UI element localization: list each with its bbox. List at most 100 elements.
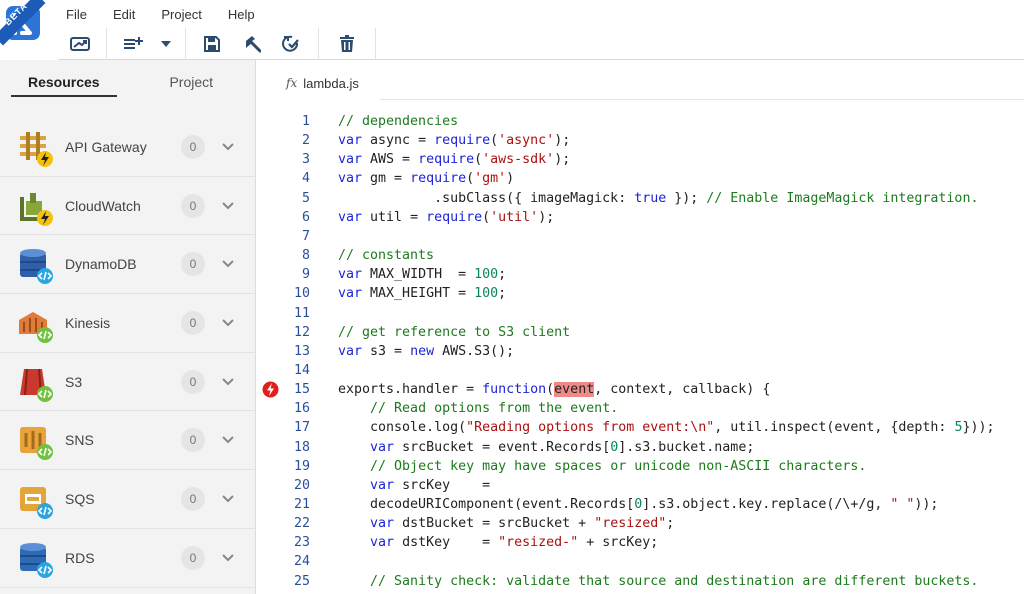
chevron-down-icon[interactable]: [220, 550, 236, 566]
chevron-down-icon[interactable]: [220, 491, 236, 507]
code-line[interactable]: 16 // Read options from the event.: [256, 399, 1024, 418]
code-line[interactable]: 8 // constants: [256, 246, 1024, 265]
s3-icon: [20, 368, 53, 402]
line-number: 9: [301, 267, 310, 283]
resource-item-cloudwatch[interactable]: CloudWatch 0: [0, 177, 256, 236]
resource-label: RDS: [65, 549, 95, 566]
code-line[interactable]: 12 // get reference to S3 client: [256, 323, 1024, 342]
code-line[interactable]: 15 exports.handler = function(event, cont…: [256, 380, 1024, 399]
resource-list: API Gateway 0 CloudWatch 0 DynamoDB 0 Kinesis 0…: [0, 118, 256, 588]
code-line[interactable]: 22 var dstBucket = srcBucket + "resized"…: [256, 514, 1024, 533]
resource-count-badge: 0: [181, 134, 205, 159]
toolbar-group-lines: [107, 28, 186, 60]
code-line[interactable]: 6 var util = require('util');: [256, 208, 1024, 227]
code-line[interactable]: 25 // Sanity check: validate that source…: [256, 572, 1024, 591]
refresh-check-button[interactable]: [272, 29, 312, 59]
sqs-icon: [20, 487, 53, 520]
resource-count-badge: 0: [181, 545, 205, 570]
build-button[interactable]: [232, 29, 272, 59]
toolbar-group-deploy: [58, 28, 107, 60]
code-text: // dependencies: [338, 114, 459, 129]
code-line[interactable]: 3 var AWS = require('aws-sdk');: [256, 150, 1024, 169]
chevron-down-icon[interactable]: [220, 139, 236, 155]
resource-item-s3[interactable]: S3 0: [0, 353, 256, 412]
code-line[interactable]: 14: [256, 361, 1024, 380]
line-number: 23: [293, 535, 310, 551]
rds-icon: [20, 542, 53, 578]
code-text: // Object key may have spaces or unicode…: [370, 458, 867, 474]
chevron-down-icon[interactable]: [220, 374, 236, 390]
tab-project[interactable]: Project: [128, 60, 256, 118]
resource-item-kinesis[interactable]: Kinesis 0: [0, 294, 256, 353]
code-text: var dstBucket = srcBucket + "resized";: [370, 516, 675, 532]
chevron-down-icon[interactable]: [220, 256, 236, 272]
code-line[interactable]: 1 // dependencies: [256, 112, 1024, 131]
menu-file[interactable]: File: [58, 7, 97, 22]
toolbar-group-delete: [319, 28, 376, 60]
code-line[interactable]: 21 decodeURIComponent(event.Records[0].s…: [256, 495, 1024, 514]
line-number: 10: [293, 286, 310, 302]
code-line[interactable]: 4 var gm = require('gm'): [256, 169, 1024, 188]
resource-label: SQS: [65, 490, 95, 507]
file-tab[interactable]: fx lambda.js: [270, 66, 380, 100]
code-editor[interactable]: 1 // dependencies 2 var async = require('as…: [256, 112, 1024, 594]
code-line[interactable]: 5 .subClass({ imageMagick: true }); // E…: [256, 189, 1024, 208]
resource-item-api-gateway[interactable]: API Gateway 0: [0, 118, 256, 177]
code-line[interactable]: 20 var srcKey =: [256, 476, 1024, 495]
code-line[interactable]: 19 // Object key may have spaces or unic…: [256, 457, 1024, 476]
line-number: 8: [301, 248, 310, 264]
app-logo[interactable]: BETA: [0, 0, 58, 60]
code-line[interactable]: 23 var dstKey = "resized-" + srcKey;: [256, 533, 1024, 552]
code-text: // Read options from the event.: [370, 401, 619, 417]
line-number: 14: [293, 362, 310, 378]
toolbar: [58, 28, 376, 60]
active-tab-indicator: [11, 95, 117, 97]
line-number: 22: [293, 516, 310, 532]
code-line[interactable]: 7: [256, 227, 1024, 246]
deploy-icon: [70, 37, 90, 51]
tab-resources[interactable]: Resources: [0, 60, 128, 118]
resource-item-rds[interactable]: RDS 0: [0, 529, 256, 588]
resource-label: DynamoDB: [65, 256, 137, 273]
resource-item-dynamodb[interactable]: DynamoDB 0: [0, 235, 256, 295]
resource-item-sqs[interactable]: SQS 0: [0, 470, 256, 529]
chevron-down-icon[interactable]: [220, 432, 236, 448]
code-text: // constants: [338, 248, 435, 264]
resource-count-badge: 0: [181, 486, 205, 511]
menu-project[interactable]: Project: [145, 7, 211, 22]
add-line-icon: [124, 37, 143, 49]
resource-label: SNS: [65, 432, 94, 449]
line-number: 19: [293, 458, 310, 474]
sidebar: Resources Project API Gateway 0 CloudWatch…: [0, 60, 256, 594]
chevron-down-icon[interactable]: [220, 315, 236, 331]
menu-edit[interactable]: Edit: [97, 7, 145, 22]
code-line[interactable]: 10 var MAX_HEIGHT = 100;: [256, 284, 1024, 303]
kinesis-icon: [19, 312, 53, 344]
deploy-button[interactable]: [60, 29, 100, 59]
code-line[interactable]: 13 var s3 = new AWS.S3();: [256, 342, 1024, 361]
code-line[interactable]: 2 var async = require('async');: [256, 131, 1024, 150]
menu-bar: File Edit Project Help: [58, 0, 265, 28]
line-number: 7: [301, 228, 310, 244]
chevron-down-icon[interactable]: [220, 198, 236, 214]
resource-count-badge: 0: [181, 310, 205, 335]
resource-label: Kinesis: [65, 314, 111, 331]
line-number: 6: [301, 209, 310, 225]
resource-item-sns[interactable]: SNS 0: [0, 411, 256, 471]
line-number: 13: [293, 343, 310, 359]
code-line[interactable]: 11: [256, 304, 1024, 323]
code-line[interactable]: 18 var srcBucket = event.Records[0].s3.b…: [256, 438, 1024, 457]
code-text: .subClass({ imageMagick: true }); // Ena…: [338, 190, 979, 206]
add-line-button[interactable]: [113, 29, 153, 59]
delete-button[interactable]: [327, 29, 367, 59]
line-number: 25: [293, 573, 310, 589]
dropdown-button[interactable]: [153, 29, 179, 59]
menu-help[interactable]: Help: [212, 7, 265, 22]
save-button[interactable]: [192, 29, 232, 59]
code-line[interactable]: 24: [256, 552, 1024, 571]
code-text: // Sanity check: validate that source an…: [370, 573, 979, 589]
code-line[interactable]: 9 var MAX_WIDTH = 100;: [256, 265, 1024, 284]
code-text: decodeURIComponent(event.Records[0].s3.o…: [338, 497, 939, 512]
line-number: 4: [301, 171, 310, 187]
code-line[interactable]: 17 console.log("Reading options from eve…: [256, 418, 1024, 437]
